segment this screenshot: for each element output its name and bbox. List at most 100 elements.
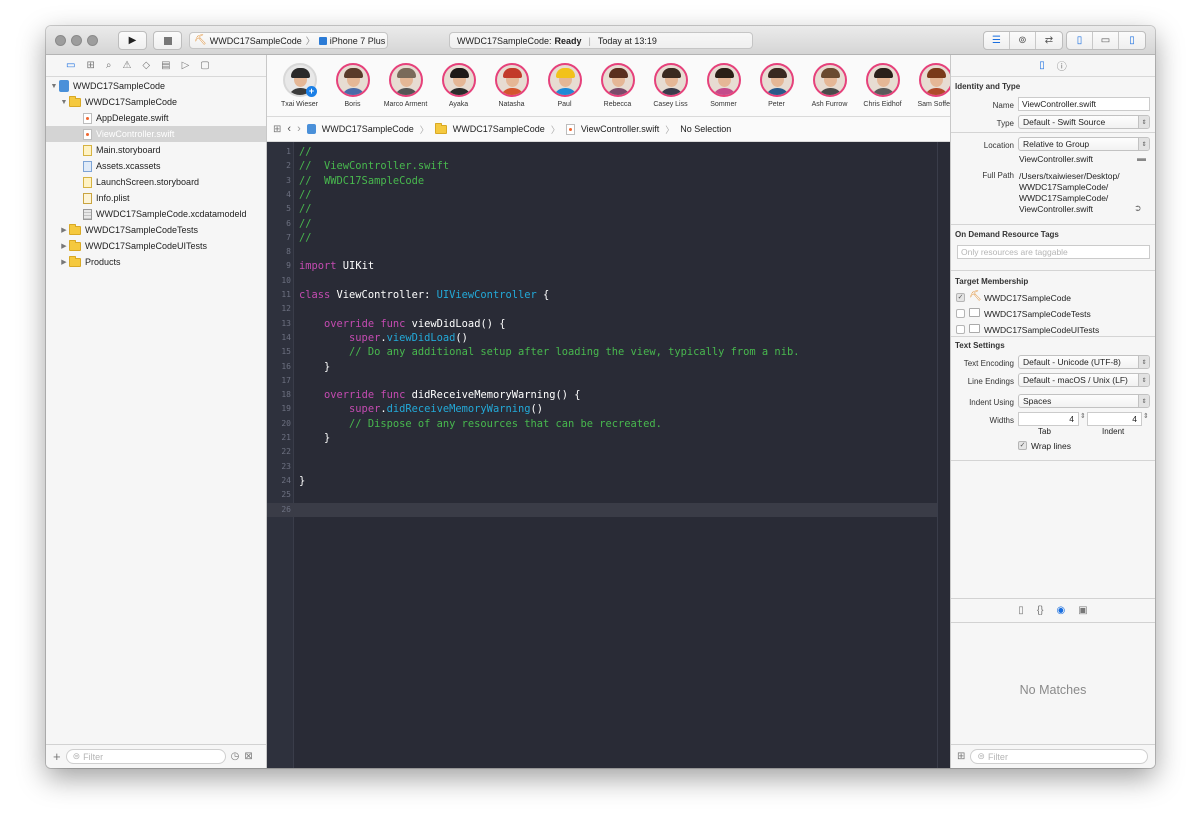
run-button[interactable]: ▶	[118, 31, 147, 50]
jump-project[interactable]: WWDC17SampleCode	[322, 124, 414, 134]
close-window-button[interactable]	[55, 35, 66, 46]
jump-group[interactable]: WWDC17SampleCode	[453, 124, 545, 134]
warning-icon[interactable]: ⚠	[122, 60, 131, 71]
quick-help-icon[interactable]: ⓘ	[1057, 58, 1067, 73]
code-line[interactable]: 22	[267, 445, 937, 459]
disclosure-open-icon[interactable]: ▼	[49, 83, 59, 90]
reveal-in-finder-icon[interactable]: ➲	[1134, 203, 1142, 214]
folder-icon[interactable]: ▬	[1137, 153, 1146, 163]
collaborator-avatar[interactable]: Ash Furrow	[803, 63, 856, 108]
code-line[interactable]: 3 // WWDC17SampleCode	[267, 174, 937, 188]
code-snippet-icon[interactable]: {}	[1037, 605, 1044, 616]
indent-using-popup[interactable]: Spaces ⇕	[1018, 394, 1150, 408]
back-icon[interactable]: ‹	[287, 123, 291, 135]
zoom-window-button[interactable]	[87, 35, 98, 46]
disclosure-closed-icon[interactable]: ▶	[59, 258, 69, 266]
utilities-toggle-icon[interactable]: ▯	[1119, 32, 1145, 49]
code-line[interactable]: 11 class ViewController: UIViewController…	[267, 288, 937, 302]
code-line[interactable]: 4 //	[267, 188, 937, 202]
jump-file[interactable]: ViewController.swift	[581, 124, 659, 134]
stepper-icon[interactable]: ⇕	[1143, 412, 1149, 420]
media-library-icon[interactable]: ▣	[1078, 605, 1087, 616]
standard-editor-icon[interactable]: ☰	[984, 32, 1010, 49]
stop-button[interactable]	[153, 31, 182, 50]
collaborator-avatar[interactable]: Natasha	[485, 63, 538, 108]
code-line[interactable]: 5 //	[267, 202, 937, 216]
collaborator-avatar[interactable]: Chris Eidhof	[856, 63, 909, 108]
name-field[interactable]: ViewController.swift	[1018, 97, 1150, 111]
related-items-icon[interactable]: ⊞	[273, 124, 281, 135]
debug-icon[interactable]: ▤	[161, 60, 170, 71]
add-collaborator-icon[interactable]: +	[306, 86, 317, 97]
code-line[interactable]: 20 // Dispose of any resources that can …	[267, 417, 937, 431]
object-library-icon[interactable]: ◉	[1057, 605, 1066, 616]
location-popup[interactable]: Relative to Group ⇕	[1018, 137, 1150, 151]
collaborator-avatar[interactable]: Sommer	[697, 63, 750, 108]
type-popup[interactable]: Default - Swift Source ⇕	[1018, 115, 1150, 129]
collaborator-avatar[interactable]: Boris	[326, 63, 379, 108]
code-line[interactable]: 8	[267, 245, 937, 259]
file-inspector-icon[interactable]: ▯	[1039, 60, 1045, 71]
tree-row-group[interactable]: ▼ WWDC17SampleCode	[46, 94, 266, 110]
code-line[interactable]: 24}	[267, 474, 937, 488]
assistant-editor-icon[interactable]: ⊚	[1010, 32, 1036, 49]
jump-selection[interactable]: No Selection	[680, 124, 731, 134]
tree-row-project[interactable]: ▼ WWDC17SampleCode	[46, 78, 266, 94]
disclosure-closed-icon[interactable]: ▶	[59, 226, 69, 234]
encoding-popup[interactable]: Default - Unicode (UTF-8) ⇕	[1018, 355, 1150, 369]
code-line[interactable]: 17	[267, 374, 937, 388]
collaborator-avatar[interactable]: Paul	[538, 63, 591, 108]
editor-scroll-track[interactable]	[937, 142, 950, 768]
code-line[interactable]: 21 }	[267, 431, 937, 445]
navigator-filter-input[interactable]: ⊜ Filter	[65, 749, 226, 764]
folder-icon[interactable]: ▭	[66, 60, 75, 71]
tree-row-file[interactable]: Main.storyboard	[46, 142, 266, 158]
scheme-selector[interactable]: ⛏ WWDC17SampleCode 〉 iPhone 7 Plus	[189, 32, 388, 49]
grid-view-icon[interactable]: ⊞	[957, 751, 965, 762]
code-line[interactable]: 15 // Do any additional setup after load…	[267, 345, 937, 359]
indent-width-field[interactable]: 4	[1087, 412, 1142, 426]
wrap-lines-checkbox[interactable]: ✓	[1018, 441, 1027, 450]
code-line[interactable]: 19 super.didReceiveMemoryWarning()	[267, 402, 937, 416]
code-line[interactable]: 2 // ViewController.swift	[267, 159, 937, 173]
recent-files-icon[interactable]: ◷	[231, 751, 240, 762]
code-line[interactable]: 12	[267, 302, 937, 316]
report-icon[interactable]: ▢	[200, 60, 209, 71]
code-line[interactable]: 26	[267, 502, 937, 517]
file-template-icon[interactable]: ▯	[1018, 605, 1024, 616]
navigator-toggle-icon[interactable]: ▯	[1067, 32, 1093, 49]
code-line[interactable]: 6 //	[267, 217, 937, 231]
tab-width-field[interactable]: 4	[1018, 412, 1079, 426]
tree-row-file[interactable]: Info.plist	[46, 190, 266, 206]
collaborator-avatar[interactable]: Peter	[750, 63, 803, 108]
code-line[interactable]: 14 super.viewDidLoad()	[267, 331, 937, 345]
target-checkbox[interactable]: ✓	[956, 293, 965, 302]
code-line[interactable]: 13 override func viewDidLoad() {	[267, 317, 937, 331]
collaborator-avatar[interactable]: Sam Soffes	[909, 63, 950, 108]
disclosure-closed-icon[interactable]: ▶	[59, 242, 69, 250]
version-editor-icon[interactable]: ⇄	[1036, 32, 1062, 49]
add-icon[interactable]: +	[53, 749, 61, 764]
target-checkbox[interactable]	[956, 325, 965, 334]
tree-row-file[interactable]: LaunchScreen.storyboard	[46, 174, 266, 190]
tree-row-file[interactable]: Assets.xcassets	[46, 158, 266, 174]
collaborator-avatar[interactable]: Rebecca	[591, 63, 644, 108]
code-line[interactable]: 25	[267, 488, 937, 502]
search-icon[interactable]: ⌕	[106, 60, 112, 71]
target-checkbox[interactable]	[956, 309, 965, 318]
library-filter-input[interactable]: ⊜ Filter	[970, 749, 1149, 764]
collaborator-avatar[interactable]: + Txai Wieser	[273, 63, 326, 108]
test-icon[interactable]: ◇	[142, 60, 150, 71]
tree-row-file[interactable]: AppDelegate.swift	[46, 110, 266, 126]
collaborator-avatar[interactable]: Marco Arment	[379, 63, 432, 108]
stepper-icon[interactable]: ⇕	[1080, 412, 1086, 420]
code-line[interactable]: 9 import UIKit	[267, 259, 937, 273]
tree-row-file[interactable]: WWDC17SampleCode.xcdatamodeld	[46, 206, 266, 222]
disclosure-open-icon[interactable]: ▼	[59, 99, 69, 106]
collaborator-avatar[interactable]: Casey Liss	[644, 63, 697, 108]
debug-area-toggle-icon[interactable]: ▭	[1093, 32, 1119, 49]
odr-tags-field[interactable]: Only resources are taggable	[957, 245, 1150, 259]
scm-filter-icon[interactable]: ⊠	[244, 751, 252, 762]
line-endings-popup[interactable]: Default - macOS / Unix (LF) ⇕	[1018, 373, 1150, 387]
collaborator-avatar[interactable]: Ayaka	[432, 63, 485, 108]
